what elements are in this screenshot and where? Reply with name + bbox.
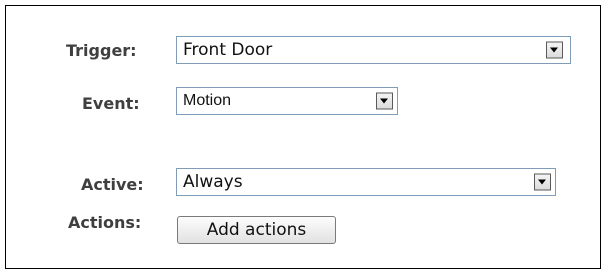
form-panel: Trigger: Front Door Event: Motion Active… — [5, 5, 601, 269]
event-select-value: Motion — [183, 92, 232, 109]
active-select-value: Always — [183, 172, 243, 192]
event-select[interactable]: Motion — [176, 87, 398, 115]
active-select[interactable]: Always — [176, 168, 556, 196]
trigger-select[interactable]: Front Door — [176, 36, 571, 64]
chevron-down-icon[interactable] — [546, 41, 563, 59]
active-label: Active: — [81, 175, 144, 194]
event-label: Event: — [82, 94, 140, 113]
trigger-select-value: Front Door — [183, 40, 273, 60]
chevron-down-icon[interactable] — [534, 173, 551, 191]
chevron-down-icon[interactable] — [376, 92, 393, 110]
add-actions-button[interactable]: Add actions — [177, 216, 336, 244]
actions-label: Actions: — [68, 213, 142, 232]
trigger-label: Trigger: — [66, 41, 137, 60]
